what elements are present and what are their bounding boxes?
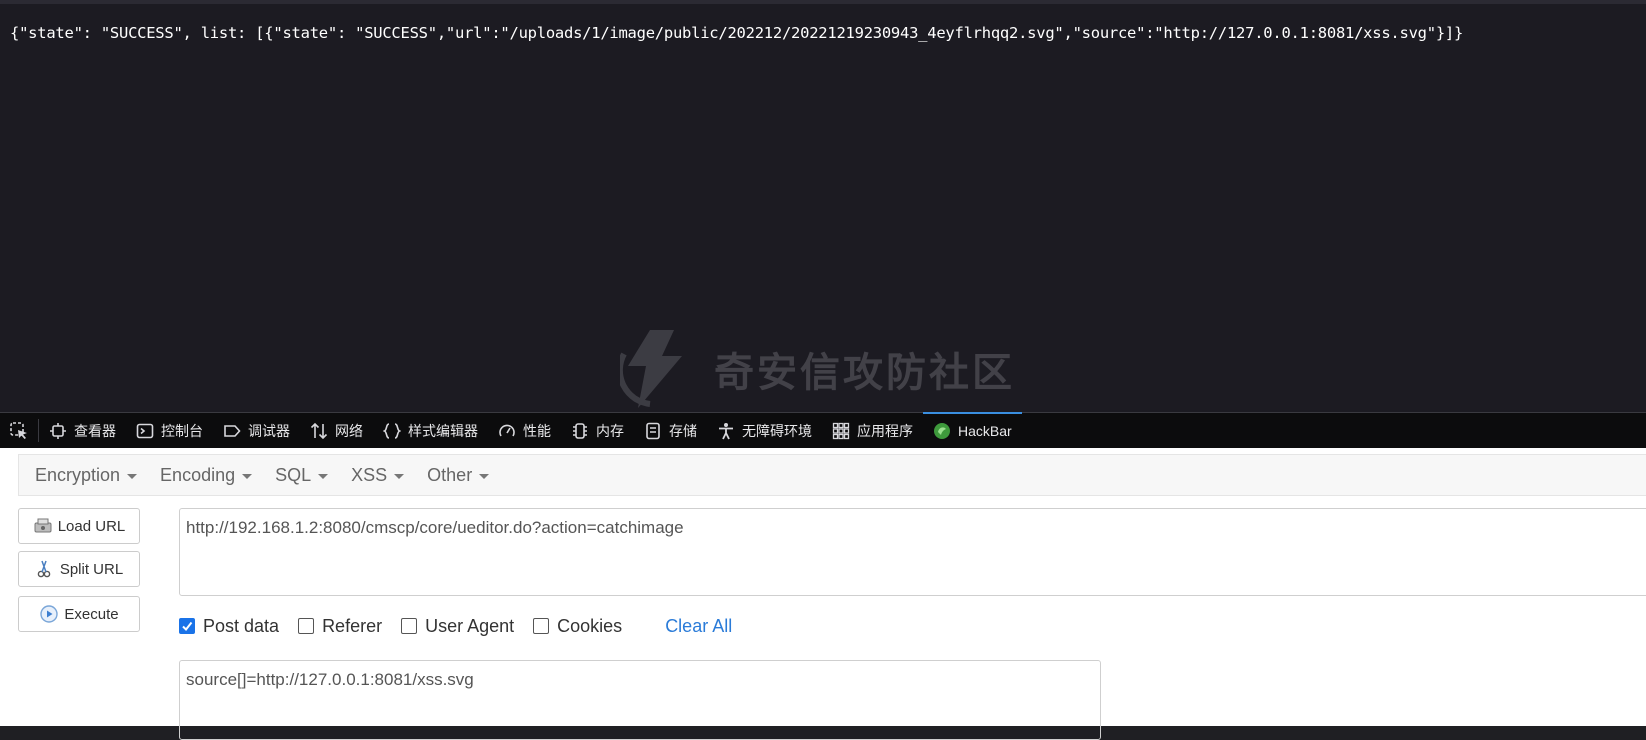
menu-other[interactable]: Other	[419, 465, 504, 486]
style-editor-icon	[383, 422, 401, 439]
tab-label: 查看器	[74, 422, 116, 439]
menu-label: Encoding	[160, 464, 236, 485]
tab-label: 样式编辑器	[408, 422, 478, 439]
tab-application[interactable]: 应用程序	[822, 413, 923, 448]
caret-down-icon	[394, 473, 405, 479]
referer-option[interactable]: Referer	[298, 616, 382, 637]
tab-hackbar[interactable]: HackBar	[923, 412, 1022, 448]
tab-label: 内存	[596, 422, 624, 439]
load-url-label: Load URL	[57, 517, 126, 535]
debugger-icon	[224, 424, 241, 437]
tab-label: HackBar	[958, 422, 1012, 439]
referer-checkbox[interactable]	[298, 618, 315, 634]
tab-accessibility[interactable]: 无障碍环境	[707, 413, 822, 448]
tab-memory[interactable]: 内存	[561, 413, 634, 448]
tab-label: 应用程序	[857, 422, 913, 439]
caret-down-icon	[318, 473, 329, 479]
tab-label: 控制台	[161, 422, 203, 439]
menu-sql[interactable]: SQL	[267, 465, 343, 486]
tab-label: 网络	[335, 422, 363, 439]
tab-label: 存储	[669, 422, 697, 439]
scissors-icon	[37, 560, 51, 578]
watermark: 奇安信攻防社区	[620, 324, 1040, 414]
cookies-option[interactable]: Cookies	[533, 616, 622, 637]
hackbar-panel: Encryption Encoding SQL XSS Other Load U…	[0, 448, 1646, 740]
menu-label: SQL	[275, 464, 312, 485]
execute-button[interactable]: Execute	[18, 596, 140, 632]
clear-all-link[interactable]: Clear All	[665, 616, 732, 637]
menu-label: XSS	[351, 464, 388, 485]
menu-xss[interactable]: XSS	[343, 465, 419, 486]
element-picker-icon	[10, 421, 27, 439]
memory-icon	[573, 422, 587, 439]
tab-label: 性能	[523, 422, 551, 439]
watermark-text: 奇安信攻防社区	[714, 350, 1015, 396]
post-data-input[interactable]: source[]=http://127.0.0.1:8081/xss.svg	[179, 660, 1101, 740]
accessibility-icon	[719, 422, 733, 439]
tab-console[interactable]: 控制台	[126, 413, 213, 448]
application-icon	[832, 422, 850, 439]
devtools-toolbar: 查看器 控制台 调试器 网络 样式编辑器 性能 内存 存储 无障碍环境 应用程序…	[0, 412, 1646, 448]
element-picker-button[interactable]	[0, 419, 39, 442]
post-data-value: source[]=http://127.0.0.1:8081/xss.svg	[186, 670, 474, 689]
url-input[interactable]: http://192.168.1.2:8080/cmscp/core/uedit…	[179, 508, 1646, 596]
tab-inspector[interactable]: 查看器	[39, 413, 126, 448]
user-agent-checkbox[interactable]	[401, 618, 418, 634]
console-icon	[136, 423, 154, 438]
hackbar-menu-bar: Encryption Encoding SQL XSS Other	[18, 454, 1646, 496]
post-data-label: Post data	[203, 615, 280, 636]
options-row: Post data Referer User Agent Cookies Cle…	[179, 611, 732, 641]
post-data-checkbox[interactable]	[179, 618, 195, 634]
response-body: {"state": "SUCCESS", list: [{"state": "S…	[10, 24, 1464, 42]
storage-icon	[646, 422, 660, 439]
execute-label: Execute	[64, 605, 119, 623]
user-agent-option[interactable]: User Agent	[401, 616, 514, 637]
tab-debugger[interactable]: 调试器	[213, 413, 300, 448]
performance-icon	[499, 424, 515, 436]
tab-label: 无障碍环境	[742, 422, 812, 439]
checkmark-icon	[182, 621, 193, 632]
play-icon	[40, 605, 59, 623]
hackbar-icon	[934, 422, 950, 439]
lightning-logo-icon	[620, 330, 682, 408]
post-data-option[interactable]: Post data	[179, 616, 279, 637]
caret-down-icon	[242, 473, 253, 479]
menu-label: Other	[427, 464, 473, 485]
menu-encoding[interactable]: Encoding	[152, 465, 267, 486]
caret-down-icon	[479, 473, 490, 479]
tab-performance[interactable]: 性能	[488, 413, 561, 448]
response-viewport: {"state": "SUCCESS", list: [{"state": "S…	[0, 0, 1646, 412]
cookies-checkbox[interactable]	[533, 618, 550, 634]
tab-network[interactable]: 网络	[300, 413, 373, 448]
tab-style-editor[interactable]: 样式编辑器	[373, 413, 488, 448]
split-url-label: Split URL	[59, 560, 124, 578]
split-url-button[interactable]: Split URL	[18, 551, 140, 587]
tab-label: 调试器	[248, 422, 290, 439]
caret-down-icon	[127, 473, 138, 479]
load-url-button[interactable]: Load URL	[18, 508, 140, 544]
load-url-icon	[34, 518, 52, 533]
url-input-value: http://192.168.1.2:8080/cmscp/core/uedit…	[186, 518, 684, 537]
menu-label: Encryption	[35, 464, 121, 485]
network-icon	[310, 422, 328, 439]
referer-label: Referer	[322, 615, 383, 636]
menu-encryption[interactable]: Encryption	[27, 465, 152, 486]
tab-storage[interactable]: 存储	[634, 413, 707, 448]
user-agent-label: User Agent	[425, 615, 515, 636]
cookies-label: Cookies	[557, 615, 623, 636]
inspector-icon	[50, 422, 66, 439]
